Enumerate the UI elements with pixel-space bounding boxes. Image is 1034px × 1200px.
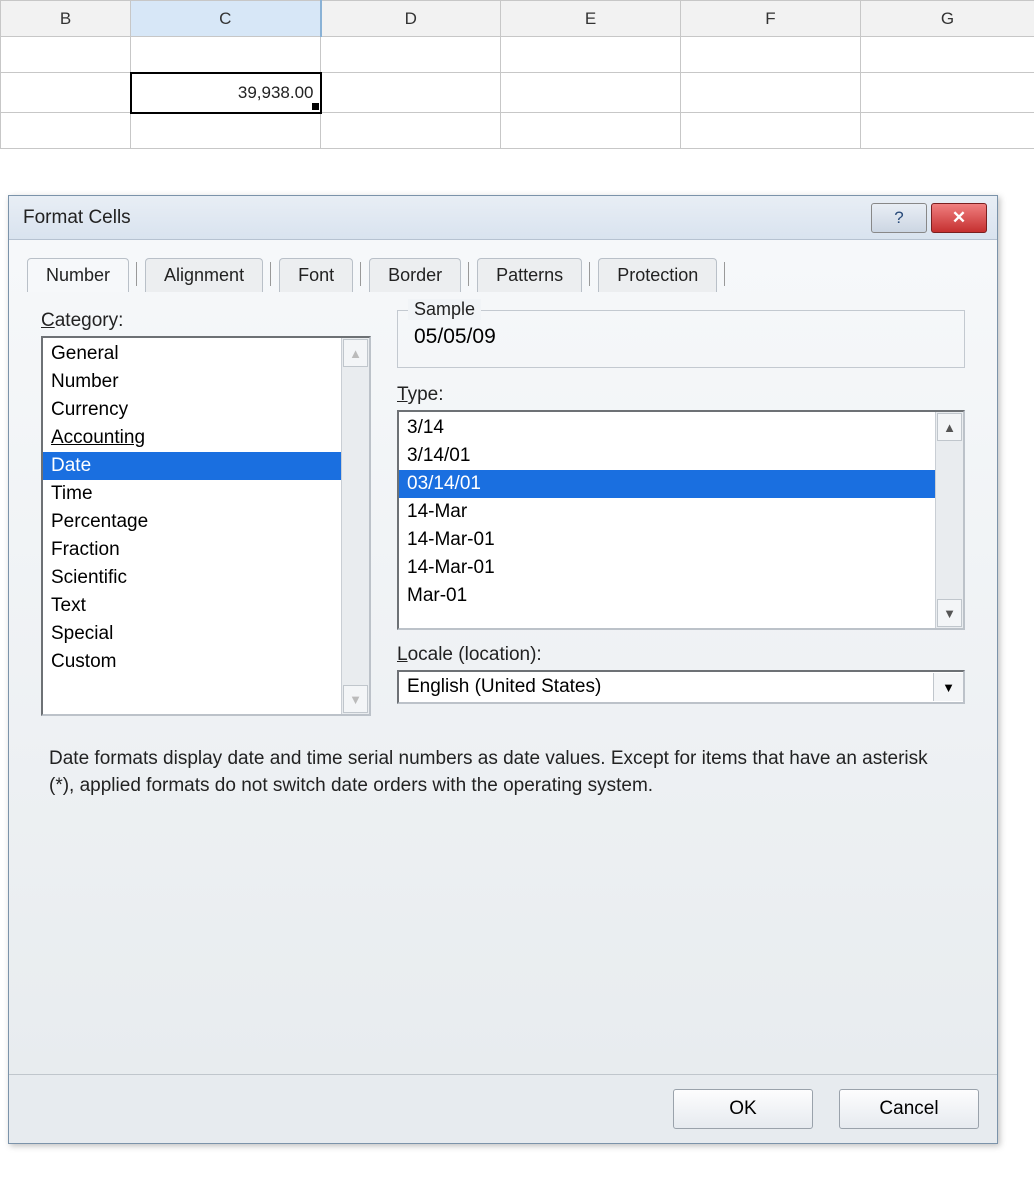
cell[interactable] — [501, 37, 681, 73]
type-item[interactable]: Mar-01 — [399, 582, 935, 610]
category-item-custom[interactable]: Custom — [43, 648, 341, 676]
category-item-general[interactable]: General — [43, 340, 341, 368]
close-button[interactable]: ✕ — [931, 203, 987, 233]
cell[interactable] — [501, 113, 681, 149]
cell[interactable] — [1, 113, 131, 149]
dialog-body: Number Alignment Font Border Patterns Pr… — [9, 240, 997, 1074]
type-item[interactable]: 3/14/01 — [399, 442, 935, 470]
type-label: Type: — [397, 384, 965, 406]
cell[interactable] — [1, 37, 131, 73]
cell[interactable] — [501, 73, 681, 113]
cell[interactable] — [681, 37, 861, 73]
dialog-titlebar[interactable]: Format Cells ? ✕ — [9, 196, 997, 240]
col-header-C[interactable]: C — [131, 1, 321, 37]
col-header-F[interactable]: F — [681, 1, 861, 37]
dialog-tabs: Number Alignment Font Border Patterns Pr… — [27, 258, 979, 292]
tab-alignment[interactable]: Alignment — [145, 258, 263, 292]
tab-patterns[interactable]: Patterns — [477, 258, 582, 292]
category-item-date[interactable]: Date — [43, 452, 341, 480]
cell[interactable] — [861, 113, 1034, 149]
type-item[interactable]: 03/14/01 — [399, 470, 935, 498]
ok-button[interactable]: OK — [673, 1089, 813, 1129]
col-header-G[interactable]: G — [861, 1, 1034, 37]
category-items: General Number Currency Accounting Date … — [43, 338, 341, 678]
category-item-text[interactable]: Text — [43, 592, 341, 620]
col-header-B[interactable]: B — [1, 1, 131, 37]
tab-border[interactable]: Border — [369, 258, 461, 292]
tab-number[interactable]: Number — [27, 258, 129, 292]
scroll-up-icon[interactable]: ▲ — [343, 339, 368, 367]
type-item[interactable]: 14-Mar-01 — [399, 554, 935, 582]
help-button[interactable]: ? — [871, 203, 927, 233]
sample-group: Sample 05/05/09 — [397, 310, 965, 368]
tab-separator — [360, 262, 361, 286]
cell[interactable] — [321, 113, 501, 149]
locale-label: Locale (location): — [397, 644, 965, 666]
cell[interactable] — [131, 113, 321, 149]
category-item-accounting[interactable]: Accounting — [43, 424, 341, 452]
cell[interactable] — [861, 37, 1034, 73]
locale-combobox[interactable]: English (United States) ▼ — [397, 670, 965, 704]
cell[interactable] — [131, 37, 321, 73]
category-item-number[interactable]: Number — [43, 368, 341, 396]
selected-cell-value: 39,938.00 — [238, 83, 314, 102]
type-item[interactable]: 3/14 — [399, 414, 935, 442]
cell[interactable] — [681, 113, 861, 149]
scroll-down-icon[interactable]: ▼ — [343, 685, 368, 713]
col-header-E[interactable]: E — [501, 1, 681, 37]
close-icon: ✕ — [952, 208, 966, 228]
category-item-time[interactable]: Time — [43, 480, 341, 508]
type-listbox[interactable]: 3/14 3/14/01 03/14/01 14-Mar 14-Mar-01 1… — [397, 410, 965, 630]
tab-protection[interactable]: Protection — [598, 258, 717, 292]
type-items: 3/14 3/14/01 03/14/01 14-Mar 14-Mar-01 1… — [399, 412, 935, 612]
tab-separator — [589, 262, 590, 286]
dialog-title: Format Cells — [23, 207, 131, 229]
cell[interactable] — [681, 73, 861, 113]
tab-separator — [136, 262, 137, 286]
scroll-up-icon[interactable]: ▲ — [937, 413, 962, 441]
column-header-row: B C D E F G — [1, 1, 1034, 37]
sample-value: 05/05/09 — [412, 321, 950, 357]
category-item-scientific[interactable]: Scientific — [43, 564, 341, 592]
cell[interactable] — [861, 73, 1034, 113]
dialog-button-row: OK Cancel — [9, 1074, 997, 1143]
type-item[interactable]: 14-Mar-01 — [399, 526, 935, 554]
cell[interactable] — [1, 73, 131, 113]
category-description: Date formats display date and time seria… — [41, 746, 965, 799]
tab-font[interactable]: Font — [279, 258, 353, 292]
tab-separator — [270, 262, 271, 286]
tab-separator — [724, 262, 725, 286]
selected-cell[interactable]: 39,938.00 — [131, 73, 321, 113]
format-cells-dialog: Format Cells ? ✕ Number Alignment Font B… — [8, 195, 998, 1144]
sample-label: Sample — [408, 299, 481, 320]
type-scrollbar[interactable]: ▲ ▼ — [935, 412, 963, 628]
number-tab-panel: Category: General Number Currency Accoun… — [27, 304, 979, 1064]
cancel-button[interactable]: Cancel — [839, 1089, 979, 1129]
grid-row — [1, 37, 1034, 73]
fill-handle[interactable] — [312, 103, 319, 110]
category-scrollbar[interactable]: ▲ ▼ — [341, 338, 369, 714]
grid-row — [1, 113, 1034, 149]
cell[interactable] — [321, 37, 501, 73]
dropdown-icon[interactable]: ▼ — [933, 673, 963, 701]
help-icon: ? — [894, 208, 903, 228]
category-label: Category: — [41, 310, 371, 332]
category-item-currency[interactable]: Currency — [43, 396, 341, 424]
spreadsheet-grid[interactable]: B C D E F G 39,938.00 — [0, 0, 1034, 149]
col-header-D[interactable]: D — [321, 1, 501, 37]
locale-value: English (United States) — [399, 672, 933, 702]
tab-separator — [468, 262, 469, 286]
scroll-down-icon[interactable]: ▼ — [937, 599, 962, 627]
grid-row: 39,938.00 — [1, 73, 1034, 113]
cell[interactable] — [321, 73, 501, 113]
category-item-percentage[interactable]: Percentage — [43, 508, 341, 536]
category-item-special[interactable]: Special — [43, 620, 341, 648]
category-item-fraction[interactable]: Fraction — [43, 536, 341, 564]
type-item[interactable]: 14-Mar — [399, 498, 935, 526]
category-listbox[interactable]: General Number Currency Accounting Date … — [41, 336, 371, 716]
